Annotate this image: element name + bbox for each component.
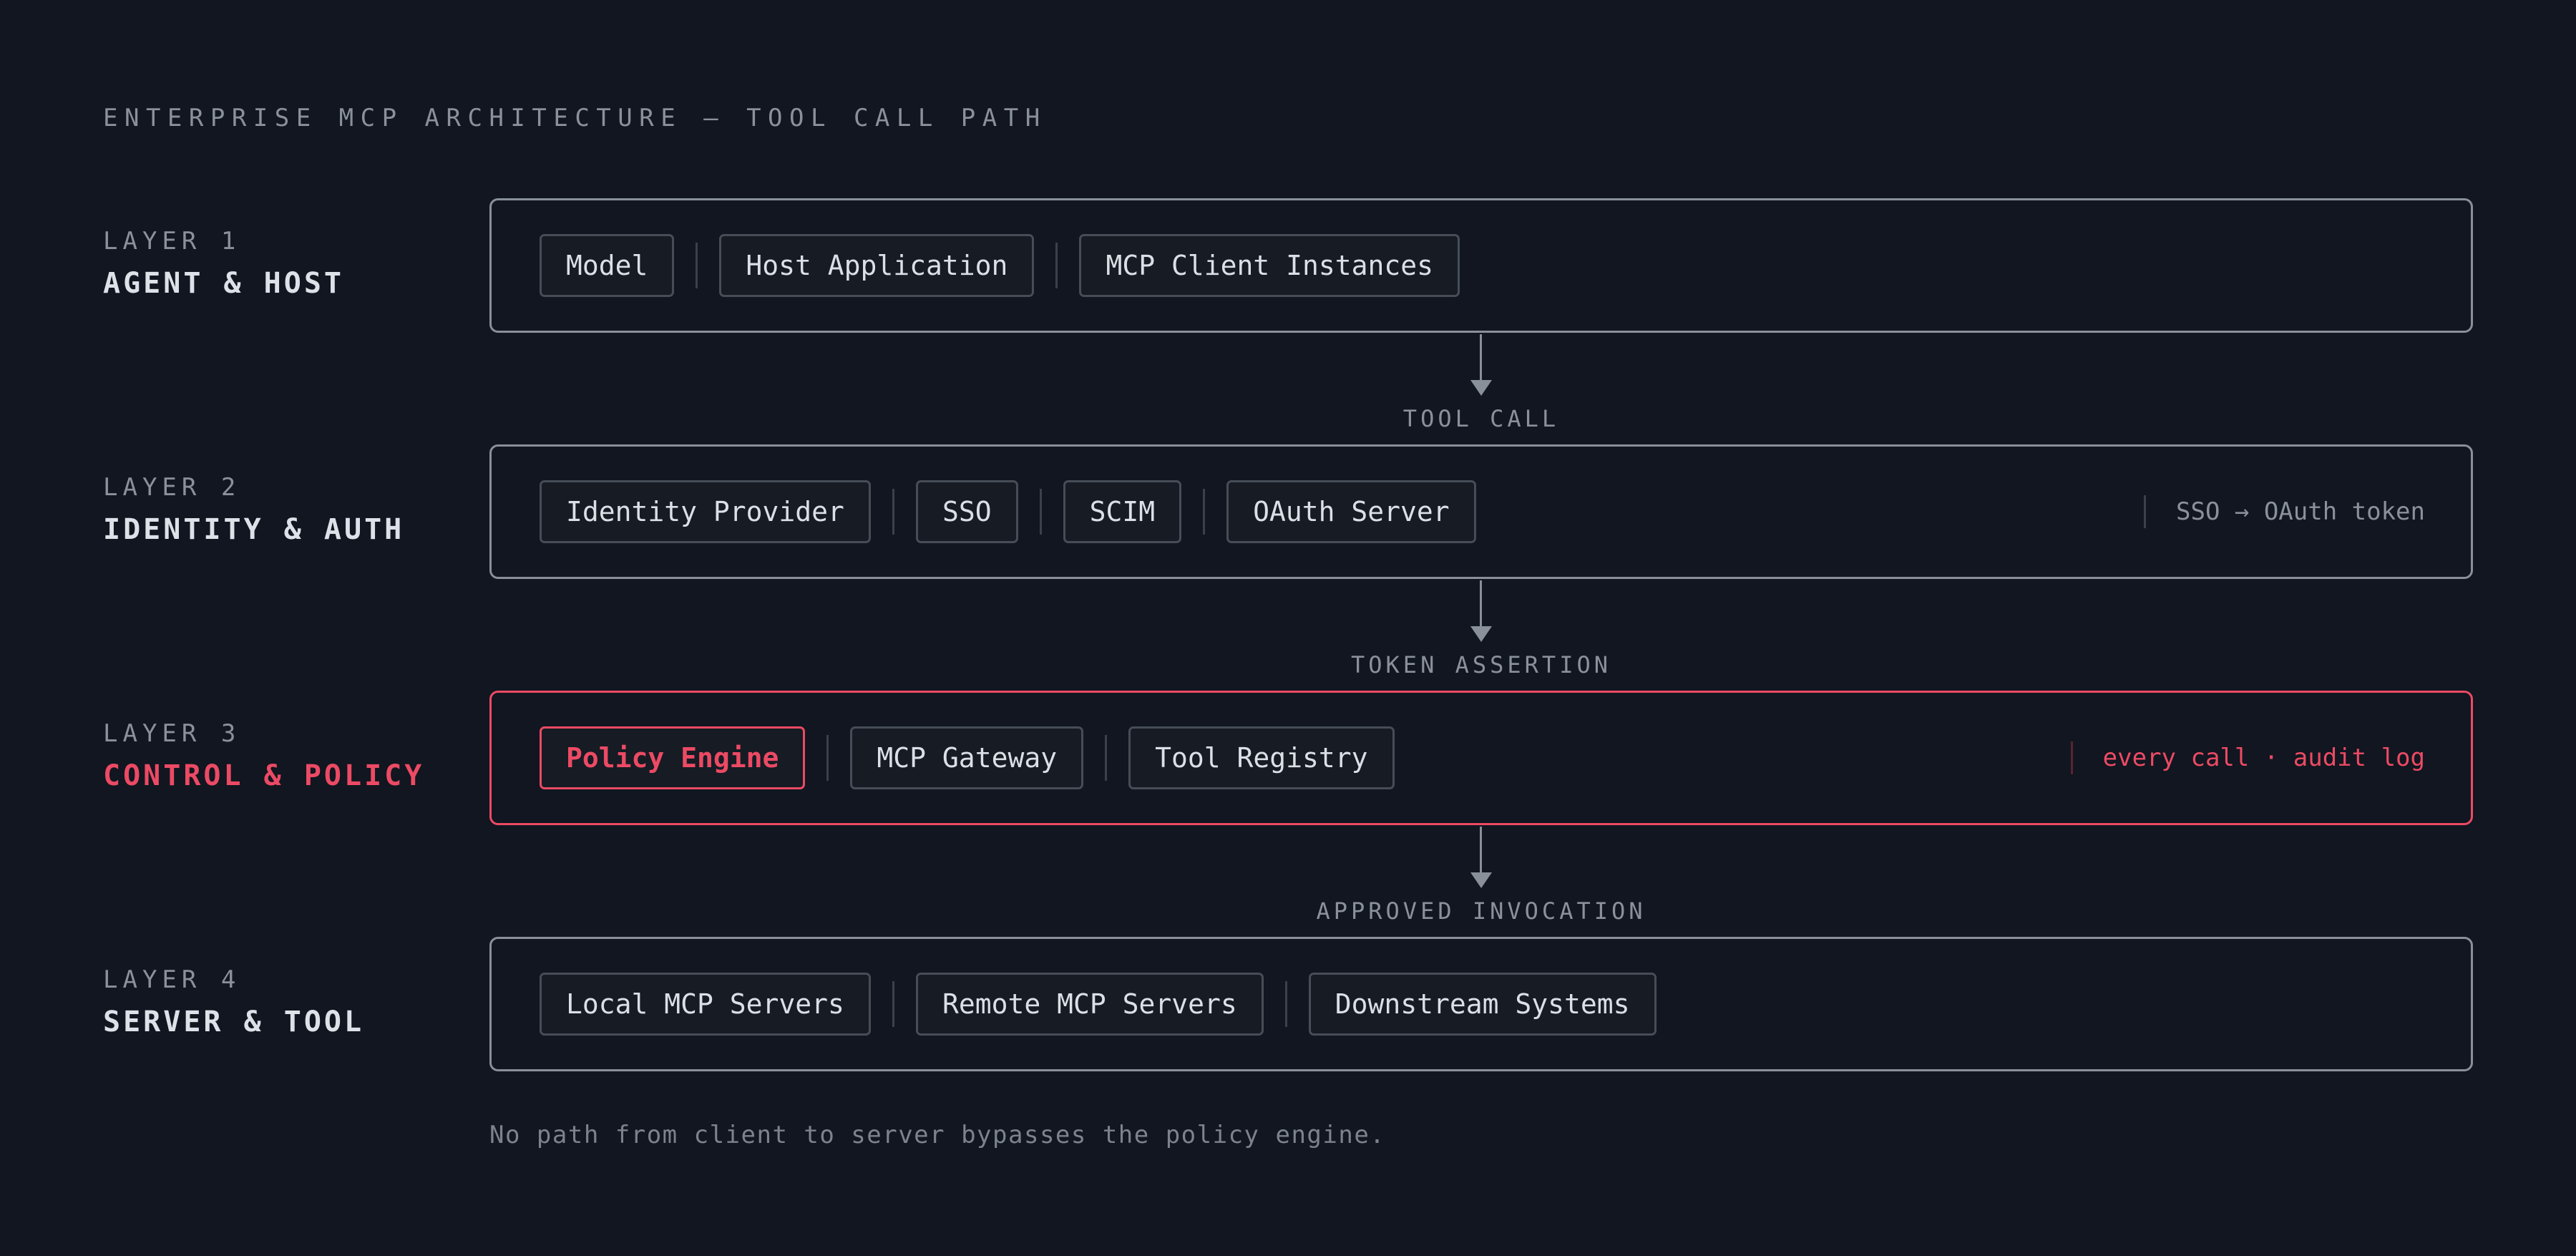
layer-3-label: LAYER 3 CONTROL & POLICY — [103, 721, 424, 790]
edge-label-token-assertion: TOKEN ASSERTION — [1351, 651, 1611, 678]
layer-1-box: Model Host Application MCP Client Instan… — [489, 198, 2473, 333]
component-local-mcp-servers: Local MCP Servers — [540, 973, 871, 1036]
component-remote-mcp-servers: Remote MCP Servers — [915, 973, 1264, 1036]
component-sso: SSO — [915, 480, 1018, 543]
note-divider — [2144, 495, 2146, 528]
component-mcp-client-instances: MCP Client Instances — [1079, 234, 1460, 297]
layer-4-number: LAYER 4 — [103, 965, 241, 994]
layer-1-name: AGENT & HOST — [103, 267, 344, 300]
layer-2-note-text: SSO → OAuth token — [2176, 497, 2425, 526]
component-model: Model — [540, 234, 675, 297]
component-separator — [892, 489, 894, 535]
component-separator — [1105, 735, 1108, 781]
component-separator — [892, 981, 894, 1027]
component-tool-registry: Tool Registry — [1128, 726, 1395, 789]
layer-2-number: LAYER 2 — [103, 473, 241, 502]
layer-4-label: LAYER 4 SERVER & TOOL — [103, 968, 364, 1036]
note-divider — [2070, 741, 2073, 774]
footer-note: No path from client to server bypasses t… — [489, 1121, 1386, 1149]
layer-4-name: SERVER & TOOL — [103, 1006, 365, 1038]
component-separator — [696, 243, 698, 288]
component-separator — [826, 735, 829, 781]
component-host-application: Host Application — [719, 234, 1035, 297]
component-mcp-gateway: MCP Gateway — [850, 726, 1084, 789]
component-separator — [1055, 243, 1058, 288]
component-identity-provider: Identity Provider — [540, 480, 871, 543]
layer-2-name: IDENTITY & AUTH — [103, 513, 405, 546]
layer-4-box: Local MCP Servers Remote MCP Servers Dow… — [489, 937, 2473, 1071]
layer-1-label: LAYER 1 AGENT & HOST — [103, 229, 344, 298]
layer-3-note: every call · audit log — [2070, 741, 2425, 774]
layer-2-box: Identity Provider SSO SCIM OAuth Server … — [489, 444, 2473, 579]
layer-1-number: LAYER 1 — [103, 227, 241, 255]
layer-3-note-text: every call · audit log — [2102, 744, 2425, 772]
layer-2-note: SSO → OAuth token — [2144, 495, 2425, 528]
component-separator — [1284, 981, 1287, 1027]
connector-line-3 — [1480, 827, 1482, 872]
component-scim: SCIM — [1063, 480, 1182, 543]
connector-line-1 — [1480, 334, 1482, 380]
connector-line-2 — [1480, 580, 1482, 626]
component-separator — [1039, 489, 1042, 535]
layer-3-box: Policy Engine MCP Gateway Tool Registry … — [489, 691, 2473, 825]
layer-3-name: CONTROL & POLICY — [103, 759, 425, 792]
arrow-down-icon — [1470, 872, 1492, 888]
component-separator — [1203, 489, 1206, 535]
component-downstream-systems: Downstream Systems — [1308, 973, 1657, 1036]
arrow-down-icon — [1470, 380, 1492, 396]
layer-3-number: LAYER 3 — [103, 719, 241, 748]
diagram-title: ENTERPRISE MCP ARCHITECTURE — TOOL CALL … — [103, 104, 1047, 132]
edge-label-approved-invocation: APPROVED INVOCATION — [1316, 897, 1646, 925]
component-policy-engine: Policy Engine — [540, 726, 806, 789]
layer-2-label: LAYER 2 IDENTITY & AUTH — [103, 475, 404, 544]
arrow-down-icon — [1470, 626, 1492, 642]
edge-label-tool-call: TOOL CALL — [1402, 405, 1560, 432]
component-oauth-server: OAuth Server — [1226, 480, 1476, 543]
